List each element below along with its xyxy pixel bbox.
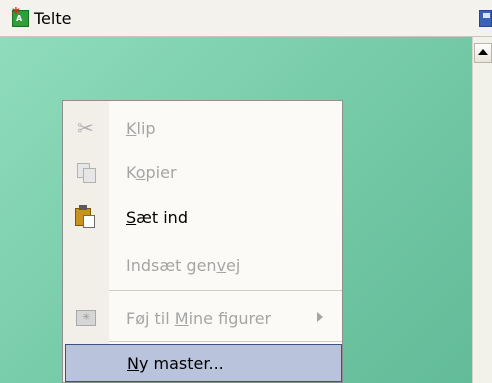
scissors-icon: ✂: [77, 116, 94, 140]
shapes-folder-icon: ✳: [76, 308, 98, 328]
copy-icon: [77, 163, 97, 183]
menu-item-label: Føj til Mine figurer: [126, 309, 272, 328]
submenu-arrow-icon: [317, 312, 323, 322]
vertical-scrollbar[interactable]: [472, 37, 492, 383]
menu-item-paste[interactable]: Sæt ind: [63, 196, 342, 240]
menu-item-new-master[interactable]: Ny master...: [65, 344, 342, 382]
context-menu: ✂ Klip Kopier Sæt ind Indsæt genvej ✳ Fø…: [62, 100, 343, 383]
paste-icon: [73, 205, 97, 229]
menu-divider: [109, 290, 342, 291]
menu-item-label: Ny master...: [127, 354, 224, 373]
window-titlebar: * A Telte: [0, 0, 492, 37]
menu-divider: [109, 341, 342, 342]
menu-item-label: Kopier: [126, 163, 177, 182]
menu-item-cut[interactable]: ✂ Klip: [63, 107, 342, 151]
scroll-up-button[interactable]: [474, 43, 492, 63]
menu-item-add-to-my-shapes[interactable]: ✳ Føj til Mine figurer: [63, 297, 342, 341]
menu-item-label: Indsæt genvej: [126, 256, 241, 275]
window-title: Telte: [34, 9, 72, 28]
menu-item-paste-shortcut[interactable]: Indsæt genvej: [63, 244, 342, 288]
menu-item-copy[interactable]: Kopier: [63, 151, 342, 195]
save-icon[interactable]: [479, 10, 492, 27]
app-shape-icon: * A: [12, 6, 29, 27]
menu-item-label: Klip: [126, 119, 156, 138]
menu-item-label: Sæt ind: [126, 208, 188, 227]
